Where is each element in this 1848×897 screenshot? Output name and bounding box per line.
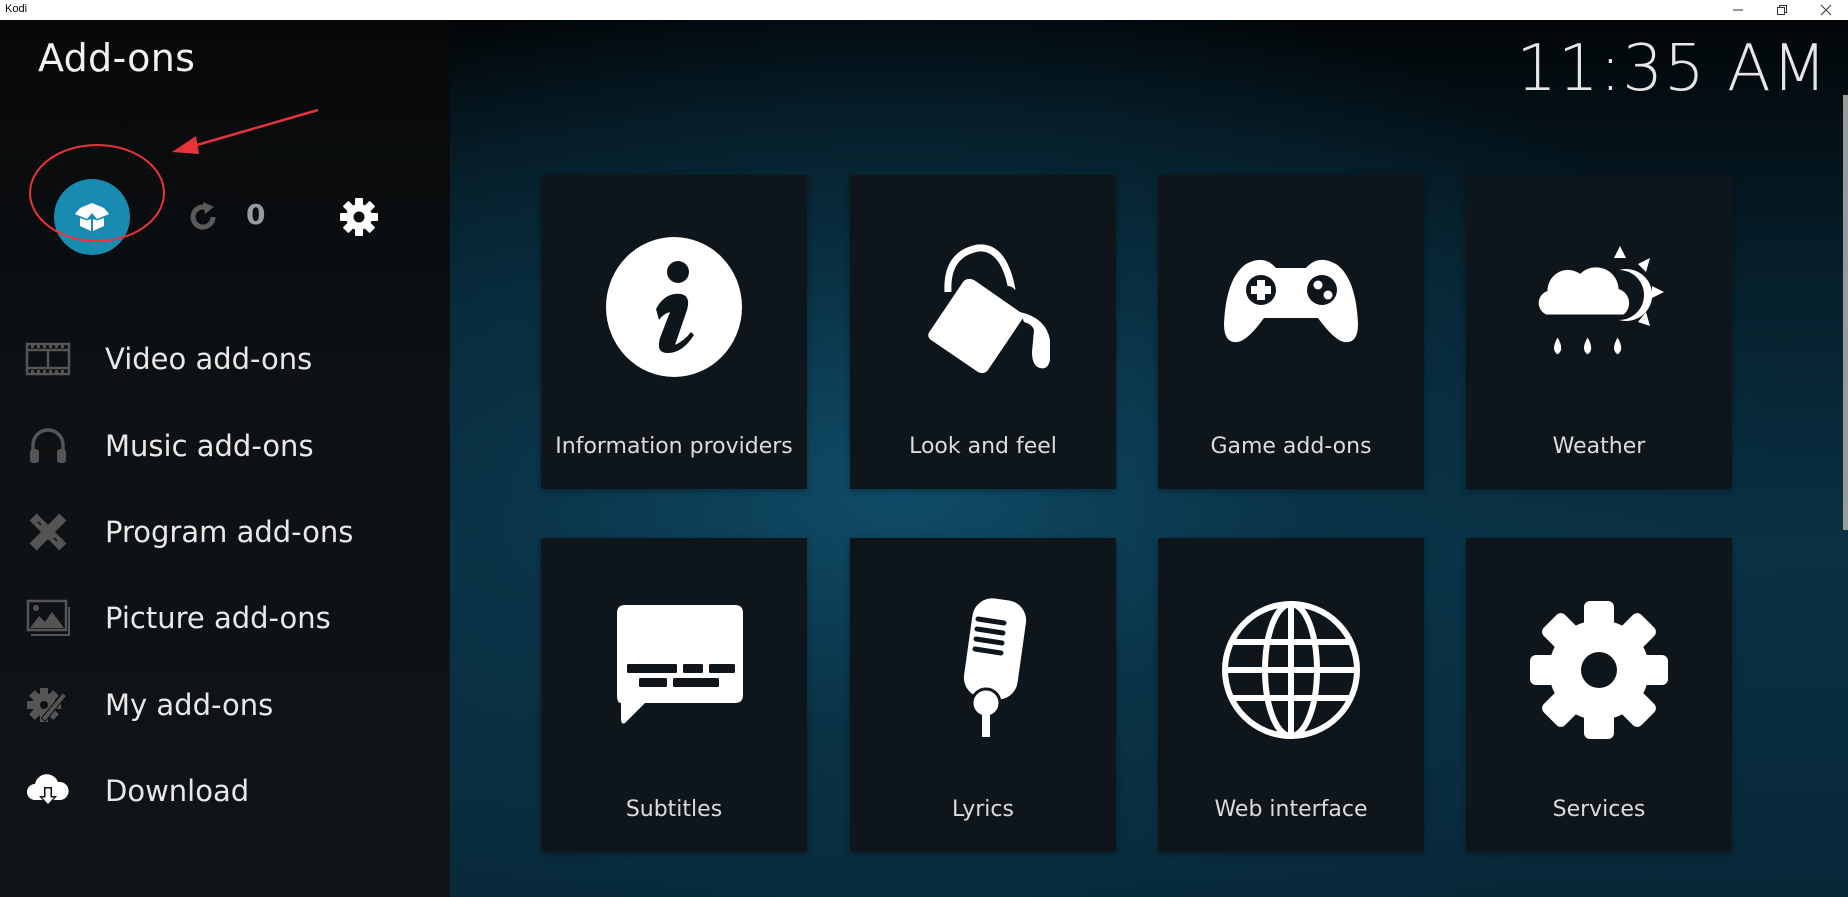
restore-icon — [1777, 5, 1787, 15]
weather-icon — [1466, 227, 1732, 387]
tile-label: Subtitles — [625, 797, 723, 822]
film-strip-icon — [24, 339, 72, 379]
sidebar-item-download[interactable]: Download — [0, 748, 450, 834]
tile-label: Information providers — [555, 434, 793, 459]
microphone-icon — [850, 590, 1116, 750]
install-from-package-button[interactable] — [54, 179, 130, 255]
tile-subtitles[interactable]: Subtitles — [541, 538, 807, 852]
info-icon — [541, 227, 807, 387]
minimize-button[interactable] — [1716, 0, 1760, 20]
globe-icon — [1158, 590, 1424, 750]
tile-label: Weather — [1552, 434, 1646, 459]
headphones-icon — [24, 426, 72, 466]
window-titlebar: Kodi — [0, 0, 1848, 20]
cloud-download-icon — [24, 771, 72, 811]
tile-services[interactable]: Services — [1466, 538, 1732, 852]
top-actions: 0 — [0, 150, 450, 255]
kodi-app: Add-ons 0 Video add-ons Music add-ons Pr… — [0, 20, 1848, 897]
sidebar-item-my-addons[interactable]: My add-ons — [0, 662, 450, 748]
open-box-icon — [75, 203, 109, 231]
refresh-icon — [190, 202, 216, 230]
tile-information-providers[interactable]: Information providers — [541, 175, 807, 489]
close-button[interactable] — [1804, 0, 1848, 20]
tile-label: Web interface — [1214, 797, 1368, 822]
sidebar-menu: Video add-ons Music add-ons Program add-… — [0, 316, 450, 834]
close-icon — [1820, 4, 1832, 16]
sidebar: Add-ons 0 Video add-ons Music add-ons Pr… — [0, 20, 450, 897]
sidebar-item-label: Program add-ons — [105, 514, 354, 549]
tile-label: Game add-ons — [1210, 434, 1372, 459]
restore-button[interactable] — [1760, 0, 1804, 20]
sidebar-item-picture-addons[interactable]: Picture add-ons — [0, 575, 450, 661]
sidebar-item-label: My add-ons — [105, 687, 274, 722]
window-title: Kodi — [5, 3, 28, 15]
tile-weather[interactable]: Weather — [1466, 175, 1732, 489]
tile-label: Services — [1552, 797, 1646, 822]
tile-web-interface[interactable]: Web interface — [1158, 538, 1424, 852]
sidebar-item-music-addons[interactable]: Music add-ons — [0, 402, 450, 488]
check-updates-button[interactable] — [186, 200, 220, 234]
subtitles-icon — [541, 590, 807, 750]
tile-label: Lyrics — [952, 797, 1014, 822]
gear-tools-icon — [24, 685, 72, 725]
sidebar-item-label: Video add-ons — [105, 342, 313, 377]
minimize-icon — [1733, 9, 1743, 11]
page-title: Add-ons — [38, 36, 196, 80]
scrollbar[interactable] — [1843, 95, 1848, 530]
pencil-ruler-icon — [24, 512, 72, 552]
addon-settings-button[interactable] — [338, 196, 380, 238]
tile-game-addons[interactable]: Game add-ons — [1158, 175, 1424, 489]
sidebar-item-program-addons[interactable]: Program add-ons — [0, 489, 450, 575]
gear-icon — [1466, 590, 1732, 750]
clock: 11:35 AM — [1516, 32, 1828, 106]
gamepad-icon — [1158, 227, 1424, 387]
sidebar-item-label: Music add-ons — [105, 428, 314, 463]
sidebar-item-label: Download — [105, 774, 250, 809]
update-count: 0 — [246, 198, 266, 231]
paint-bucket-icon — [850, 227, 1116, 387]
sidebar-item-label: Picture add-ons — [105, 601, 331, 636]
gear-icon — [340, 198, 378, 236]
picture-icon — [24, 598, 72, 638]
tile-label: Look and feel — [909, 434, 1057, 459]
sidebar-item-video-addons[interactable]: Video add-ons — [0, 316, 450, 402]
tile-lyrics[interactable]: Lyrics — [850, 538, 1116, 852]
tile-look-and-feel[interactable]: Look and feel — [850, 175, 1116, 489]
